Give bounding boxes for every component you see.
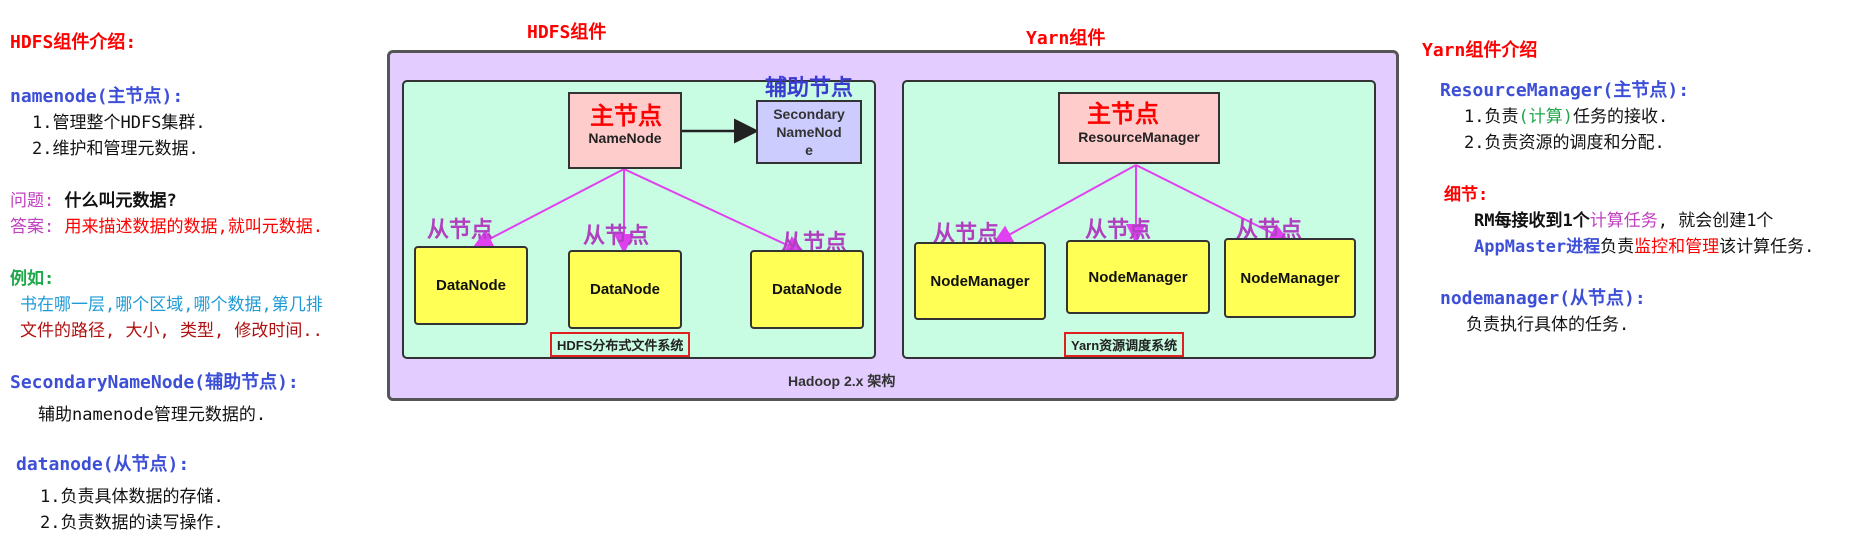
datanode-label: DataNode	[771, 281, 842, 298]
resourcemanager-label: ResourceManager	[1078, 129, 1200, 145]
aux-node-tag: 辅助节点	[765, 76, 854, 101]
detail-text: , 就会创建1个	[1657, 211, 1774, 231]
nodemanager-label: NodeManager	[1240, 269, 1340, 287]
yarn-intro-title: Yarn组件介绍	[1422, 40, 1538, 61]
detail-line-2: AppMaster进程负责监控和管理该计算任务.	[1474, 232, 1814, 257]
secondary-namenode-box: Secondary NameNod e	[756, 100, 862, 164]
detail-label: 细节:	[1444, 185, 1489, 205]
yarn-caption: Yarn资源调度系统	[1064, 332, 1185, 357]
secondary-label-line: e	[805, 142, 813, 158]
datanode-label: DataNode	[589, 281, 660, 298]
rm-item-2: 2.负责资源的调度和分配.	[1464, 133, 1665, 153]
datanode-box: DataNode	[414, 246, 528, 325]
datanode-box: DataNode	[750, 250, 864, 329]
secondary-label-line: NameNod	[776, 124, 842, 140]
slave-tag: 从节点	[427, 218, 494, 243]
rm-item-1: 1.负责(计算)任务的接收.	[1464, 102, 1668, 127]
secondary-label-line: Secondary	[773, 106, 845, 122]
datanode-label: DataNode	[435, 277, 506, 294]
detail-text: 负责	[1600, 237, 1635, 257]
detail-line-1: RM每接收到1个计算任务, 就会创建1个	[1474, 206, 1773, 231]
nm-title: nodemanager(从节点):	[1440, 288, 1646, 309]
rm-item-1-pre: 1.负责	[1464, 107, 1519, 127]
nodemanager-label: NodeManager	[1088, 268, 1188, 286]
architecture-caption: Hadoop 2.x 架构	[788, 373, 896, 389]
namenode-label: NameNode	[588, 129, 662, 146]
nm-desc: 负责执行具体的任务.	[1466, 315, 1630, 335]
nodemanager-box: NodeManager	[914, 242, 1046, 320]
rm-title: ResourceManager(主节点):	[1440, 80, 1690, 101]
nodemanager-label: NodeManager	[930, 272, 1030, 290]
slave-tag: 从节点	[583, 224, 650, 249]
nodemanager-box: NodeManager	[1066, 240, 1210, 314]
detail-highlight: 计算任务	[1589, 211, 1658, 231]
datanode-box: DataNode	[568, 250, 682, 329]
hdfs-master-tag: 主节点	[590, 102, 662, 130]
yarn-master-tag: 主节点	[1087, 100, 1159, 128]
rm-item-1-post: 任务的接收.	[1572, 107, 1669, 127]
namenode-to-datanode-arrow	[623, 168, 806, 255]
detail-highlight: 监控和管理	[1634, 237, 1720, 257]
detail-text: 该计算任务.	[1719, 237, 1815, 257]
nodemanager-box: NodeManager	[1224, 238, 1356, 318]
rm-item-1-highlight: (计算)	[1518, 107, 1573, 127]
detail-highlight: AppMaster进程	[1474, 237, 1601, 257]
detail-text: RM每接收到1个	[1474, 211, 1590, 231]
hdfs-caption: HDFS分布式文件系统	[550, 332, 691, 357]
